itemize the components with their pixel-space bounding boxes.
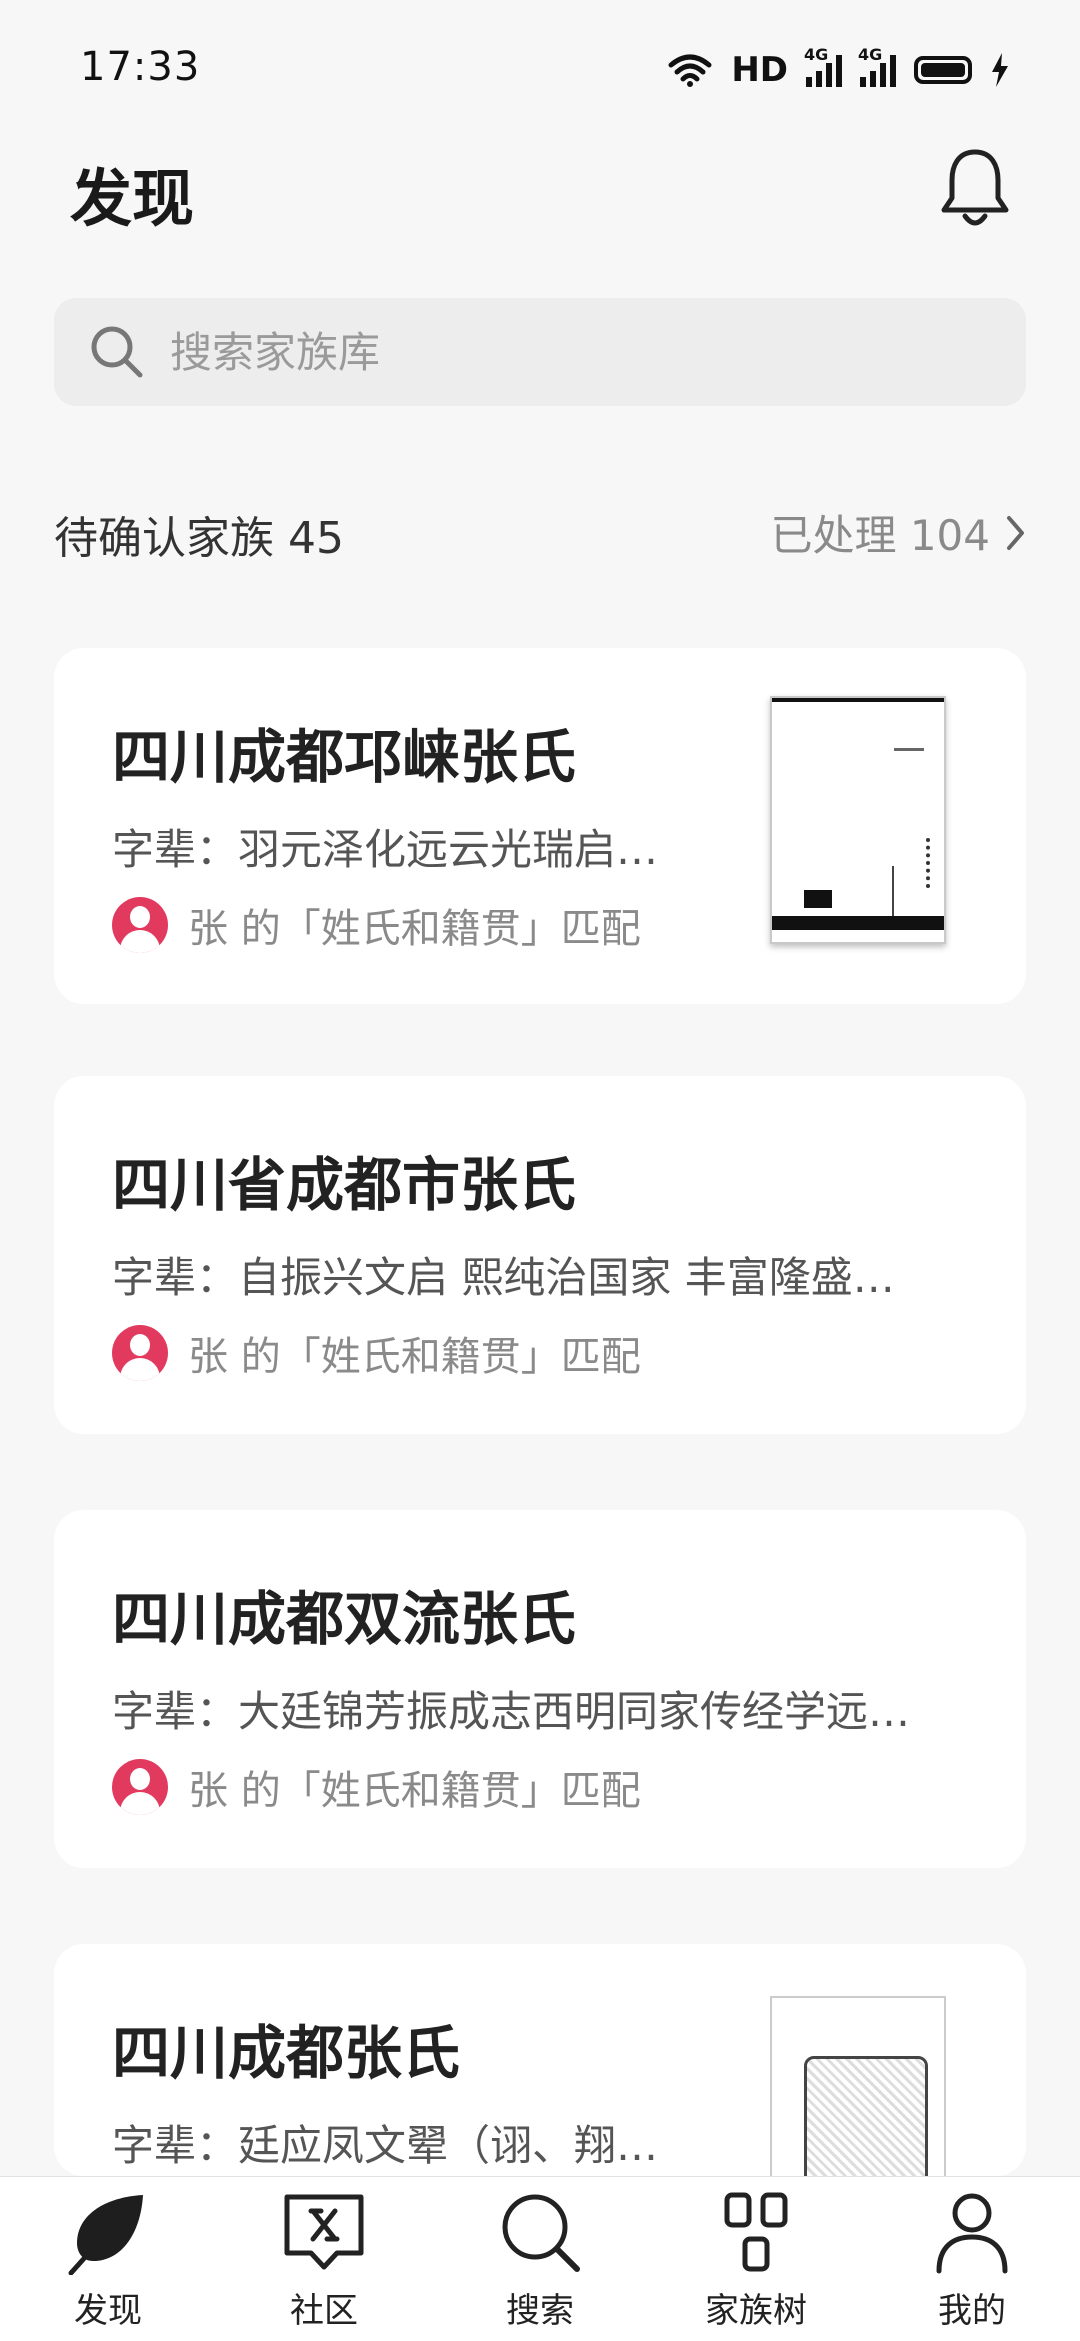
generation-text: 字辈：羽元泽化远云光瑞启… xyxy=(112,825,659,874)
family-card[interactable]: 四川成都张氏 字辈：廷应凤文翚（诩、翔… xyxy=(54,1944,1026,2176)
signal-icon: 4G xyxy=(858,45,896,87)
match-text: 张 的「姓氏和籍贯」匹配 xyxy=(188,1768,641,1814)
processed-label: 已处理 104 xyxy=(770,511,990,560)
status-icons: HD 4G 4G xyxy=(667,45,1010,90)
notification-bell-icon[interactable] xyxy=(938,146,1012,230)
page-title: 发现 xyxy=(70,162,195,235)
battery-icon xyxy=(914,56,972,84)
match-info: 张 的「姓氏和籍贯」匹配 xyxy=(112,1758,641,1816)
nav-community[interactable]: 社区 xyxy=(216,2177,432,2341)
match-text: 张 的「姓氏和籍贯」匹配 xyxy=(188,1334,641,1380)
chevron-right-icon xyxy=(1007,515,1024,550)
family-title: 四川成都邛崃张氏 xyxy=(112,723,577,791)
nav-label: 发现 xyxy=(74,2291,142,2331)
generation-text: 字辈：廷应凤文翚（诩、翔… xyxy=(112,2121,659,2170)
family-title: 四川成都双流张氏 xyxy=(112,1585,577,1653)
family-card[interactable]: 四川省成都市张氏 字辈：自振兴文启 熙纯治国家 丰富隆盛… 张 的「姓氏和籍贯」… xyxy=(54,1076,1026,1434)
nav-me[interactable]: 我的 xyxy=(864,2177,1080,2341)
generation-text: 字辈：大廷锦芳振成志西明同家传经学远… xyxy=(112,1687,911,1736)
charging-icon xyxy=(992,53,1008,87)
tree-icon xyxy=(724,2192,788,2272)
nav-label: 家族树 xyxy=(705,2291,807,2331)
nav-label: 搜索 xyxy=(506,2291,574,2331)
hd-indicator: HD xyxy=(731,50,788,90)
search-bar[interactable] xyxy=(54,298,1026,406)
nav-label: 社区 xyxy=(290,2291,358,2331)
avatar xyxy=(112,897,168,953)
clock: 17:33 xyxy=(80,44,201,90)
pending-families-label: 待确认家族 45 xyxy=(54,513,344,564)
bottom-navigation: 发现 社区 搜索 家族树 我的 xyxy=(0,2176,1080,2341)
genealogy-thumbnail[interactable] xyxy=(770,1996,946,2176)
nav-family-tree[interactable]: 家族树 xyxy=(648,2177,864,2341)
nav-label: 我的 xyxy=(938,2291,1006,2331)
match-info: 张 的「姓氏和籍贯」匹配 xyxy=(112,1324,641,1382)
leaf-icon xyxy=(68,2195,143,2275)
family-title: 四川成都张氏 xyxy=(112,2019,461,2087)
avatar xyxy=(112,1325,168,1381)
family-card[interactable]: 四川成都邛崃张氏 字辈：羽元泽化远云光瑞启… 张 的「姓氏和籍贯」匹配 xyxy=(54,648,1026,1004)
search-icon xyxy=(502,2194,580,2272)
nav-search[interactable]: 搜索 xyxy=(432,2177,648,2341)
wifi-icon xyxy=(668,54,712,87)
chat-icon xyxy=(284,2194,364,2270)
nav-discover[interactable]: 发现 xyxy=(0,2177,216,2341)
search-input[interactable] xyxy=(168,326,972,378)
person-icon xyxy=(936,2193,1008,2274)
search-icon xyxy=(91,326,143,378)
signal-icon: 4G xyxy=(804,45,842,87)
family-title: 四川省成都市张氏 xyxy=(112,1151,577,1219)
generation-text: 字辈：自振兴文启 熙纯治国家 丰富隆盛… xyxy=(112,1253,895,1302)
processed-link[interactable]: 已处理 104 xyxy=(770,502,1026,563)
genealogy-thumbnail[interactable] xyxy=(770,696,946,944)
avatar xyxy=(112,1759,168,1815)
match-text: 张 的「姓氏和籍贯」匹配 xyxy=(188,906,641,952)
status-bar: 17:33 HD 4G 4G xyxy=(0,0,1080,140)
match-info: 张 的「姓氏和籍贯」匹配 xyxy=(112,896,641,954)
family-card[interactable]: 四川成都双流张氏 字辈：大廷锦芳振成志西明同家传经学远… 张 的「姓氏和籍贯」匹… xyxy=(54,1510,1026,1868)
